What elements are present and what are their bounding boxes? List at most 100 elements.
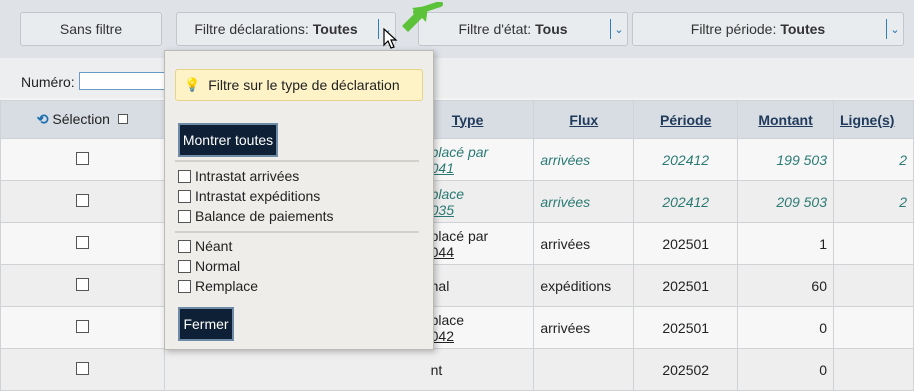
row-select-cell [0,306,165,349]
selection-header: ⟲ Sélection [0,100,165,139]
lignes-cell: 2 [833,180,914,223]
filter-option[interactable]: Remplace [178,278,258,294]
row-checkbox[interactable] [75,193,89,207]
selection-header-label: Sélection [52,111,110,127]
number-label: Numéro: [21,74,75,90]
lignes-header-link[interactable]: Ligne(s) [840,112,894,128]
periode-cell: 202412 [633,180,739,223]
flux-cell-text: arrivées [540,319,591,336]
lignes-header[interactable]: Ligne(s) [833,100,914,139]
period-filter-label: Filtre période: [690,21,777,37]
option-checkbox[interactable] [178,189,191,203]
option-label: Intrastat arrivées [195,168,300,184]
filter-option[interactable]: Intrastat expéditions [178,188,320,204]
row-select-cell [0,138,165,181]
flux-cell-text: arrivées [540,235,591,252]
row-select-cell [0,180,165,223]
montant-cell-text: 199 503 [776,151,827,168]
show-all-button[interactable]: Montrer toutes [178,123,278,157]
montant-cell: 209 503 [737,180,834,223]
type-cell-text: placé par [430,227,489,244]
type-ref-link[interactable]: 041 [431,160,454,176]
filter-option[interactable]: Balance de paiements [178,208,334,224]
periode-header-link[interactable]: Période [660,112,711,128]
lignes-cell [833,264,914,307]
option-label: Balance de paiements [195,208,334,224]
flux-cell-text: arrivées [540,193,591,210]
option-label: Intrastat expéditions [195,188,321,204]
chevron-down-icon[interactable]: ⌄ [610,19,627,39]
state-filter-button[interactable]: Filtre d'état: Tous ⌄ [418,12,628,46]
row-select-cell [0,348,165,391]
lightbulb-icon: 💡 [184,77,201,92]
table-row[interactable]: nal expéditions 202501 60 [0,264,914,307]
montant-header[interactable]: Montant [737,100,834,139]
type-cell-text: placé par [430,143,489,160]
option-checkbox[interactable] [178,239,191,253]
montant-cell-text: 1 [819,235,827,252]
periode-cell: 202501 [633,306,739,349]
flux-header-link[interactable]: Flux [569,112,598,128]
table-row[interactable]: placé par 044 arrivées 202501 1 [0,222,914,265]
refresh-icon[interactable]: ⟲ [37,111,49,127]
declaration-filter-button[interactable]: Filtre déclarations: Toutes ⌄ [176,12,396,46]
row-checkbox[interactable] [75,151,89,165]
montant-header-link[interactable]: Montant [758,112,812,128]
table-row[interactable]: place 035 arrivées 202412 209 503 2 [0,180,914,223]
row-checkbox[interactable] [75,361,89,375]
table-row[interactable]: place 042 arrivées 202501 0 [0,306,914,349]
flux-cell: arrivées [533,180,635,223]
option-label: Normal [195,258,241,274]
row-checkbox[interactable] [75,277,89,291]
declaration-filter-value: Toutes [312,21,358,37]
declaration-filter-label: Filtre déclarations: [194,21,309,37]
chevron-down-icon[interactable]: ⌄ [886,19,903,39]
periode-cell: 202412 [633,138,739,181]
lignes-cell [833,348,914,391]
type-ref-link[interactable]: 042 [431,328,454,344]
periode-header[interactable]: Période [633,100,739,139]
type-cell: nt [163,348,535,391]
montant-cell: 60 [737,264,834,307]
row-checkbox[interactable] [75,319,89,333]
no-filter-label: Sans filtre [59,21,123,37]
no-filter-button[interactable]: Sans filtre [20,12,162,46]
row-checkbox[interactable] [75,235,89,249]
option-checkbox[interactable] [178,259,191,273]
filter-tooltip: 💡 Filtre sur le type de déclaration [175,69,423,101]
option-label: Néant [195,238,233,254]
flux-header[interactable]: Flux [533,100,635,139]
type-ref-link[interactable]: 035 [431,202,454,218]
filter-option[interactable]: Néant [178,238,232,254]
row-select-cell [0,222,165,265]
table-row[interactable]: nt 202502 0 [0,348,914,391]
filter-option[interactable]: Normal [178,258,240,274]
periode-cell: 202502 [633,348,739,391]
show-all-label: Montrer toutes [182,132,274,148]
period-filter-button[interactable]: Filtre période: Toutes ⌄ [632,12,904,46]
type-cell-text: place [430,185,465,202]
option-checkbox[interactable] [178,279,191,293]
close-label: Fermer [183,316,229,332]
number-filter-row: Numéro: [0,58,914,98]
filter-option[interactable]: Intrastat arrivées [178,168,299,184]
row-select-cell [0,264,165,307]
montant-cell: 199 503 [737,138,834,181]
option-checkbox[interactable] [178,169,191,183]
select-all-checkbox[interactable] [117,114,128,124]
mouse-cursor-icon [383,28,398,49]
flux-cell: arrivées [533,138,635,181]
annotation-arrow-icon [402,2,443,32]
type-header-link[interactable]: Type [452,112,484,128]
state-filter-label: Filtre d'état: [458,21,532,37]
periode-cell: 202501 [633,264,739,307]
periode-cell-text: 202501 [662,319,710,336]
declarations-table: ⟲ Sélection Type Flux Période Montant Li… [0,100,914,391]
option-checkbox[interactable] [178,209,191,223]
number-input[interactable] [79,72,167,90]
montant-cell: 0 [737,306,834,349]
table-row[interactable]: placé par 041 arrivées 202412 199 503 2 [0,138,914,181]
type-ref-link[interactable]: 044 [431,244,454,260]
montant-cell-text: 0 [819,319,827,336]
close-button[interactable]: Fermer [178,307,234,341]
